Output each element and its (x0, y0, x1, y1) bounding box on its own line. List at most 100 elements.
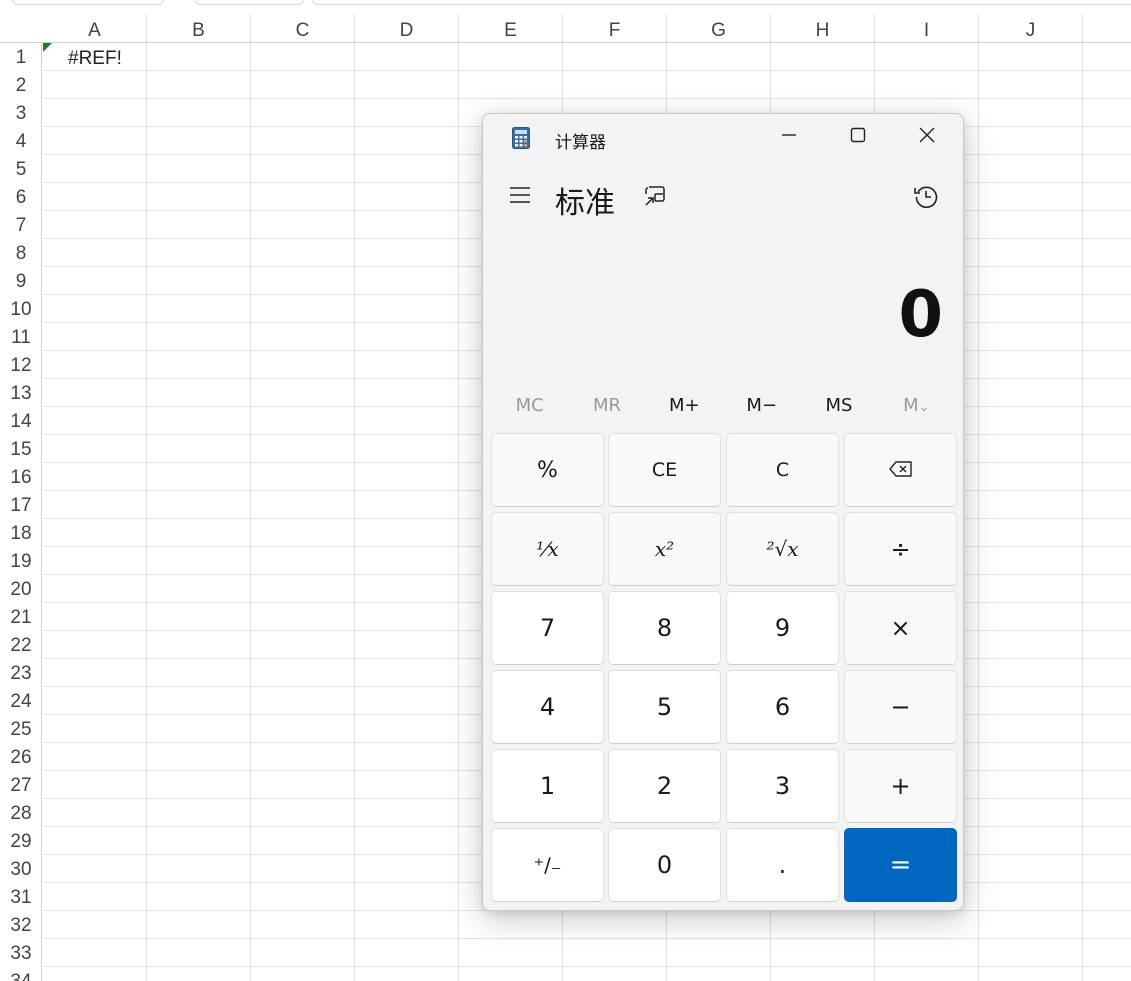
row-header[interactable]: 11 (0, 322, 42, 350)
row-header[interactable]: 23 (0, 658, 42, 686)
row-header[interactable]: 21 (0, 602, 42, 630)
percent-button[interactable]: % (491, 433, 604, 507)
column-header[interactable]: G (667, 14, 771, 42)
row-header[interactable]: 22 (0, 630, 42, 658)
row-header[interactable]: 5 (0, 154, 42, 182)
clear-button[interactable]: C (726, 433, 839, 507)
window-title: 计算器 (555, 133, 606, 153)
history-button[interactable] (905, 178, 947, 220)
row-header[interactable]: 26 (0, 742, 42, 770)
row-header[interactable]: 6 (0, 182, 42, 210)
digit-6-button[interactable]: 6 (726, 670, 839, 744)
row-header[interactable]: 30 (0, 854, 42, 882)
calculator-icon (512, 127, 530, 149)
calculator-header: 标准 (483, 170, 963, 226)
row-header[interactable]: 4 (0, 126, 42, 154)
row-header[interactable]: 17 (0, 490, 42, 518)
row-header[interactable]: 3 (0, 98, 42, 126)
subtract-button[interactable]: − (844, 670, 957, 744)
row-header[interactable]: 33 (0, 938, 42, 966)
clear-entry-button[interactable]: CE (608, 433, 721, 507)
row-header[interactable]: 10 (0, 294, 42, 322)
digit-5-button[interactable]: 5 (608, 670, 721, 744)
row-header[interactable]: 9 (0, 266, 42, 294)
row-header[interactable]: 25 (0, 714, 42, 742)
cell-a1[interactable]: #REF! (43, 43, 146, 70)
column-header[interactable]: J (979, 14, 1083, 42)
row-header[interactable]: 12 (0, 350, 42, 378)
column-header[interactable]: B (147, 14, 251, 42)
digit-7-button[interactable]: 7 (491, 591, 604, 665)
row-header[interactable]: 24 (0, 686, 42, 714)
mode-title: 标准 (555, 186, 615, 221)
reciprocal-button[interactable]: ¹⁄x (491, 512, 604, 586)
memory-recall-button[interactable]: MR (568, 390, 645, 422)
digit-4-button[interactable]: 4 (491, 670, 604, 744)
memory-subtract-button[interactable]: M− (723, 390, 800, 422)
tab-strip (0, 0, 1131, 14)
chevron-down-icon: ⌄ (918, 400, 930, 415)
memory-store-button[interactable]: MS (800, 390, 877, 422)
row-header[interactable]: 14 (0, 406, 42, 434)
row-header[interactable]: 7 (0, 210, 42, 238)
column-header[interactable]: C (251, 14, 355, 42)
digit-0-button[interactable]: 0 (608, 828, 721, 902)
column-header[interactable]: E (459, 14, 563, 42)
column-header-row: A B C D E F G H I J (0, 14, 1131, 43)
digit-8-button[interactable]: 8 (608, 591, 721, 665)
row-header[interactable]: 18 (0, 518, 42, 546)
memory-clear-button[interactable]: MC (491, 390, 568, 422)
column-header[interactable]: H (771, 14, 875, 42)
maximize-button[interactable] (830, 120, 886, 154)
row-header[interactable]: 29 (0, 826, 42, 854)
backspace-icon (888, 458, 913, 483)
multiply-button[interactable]: × (844, 591, 957, 665)
backspace-button[interactable] (844, 433, 957, 507)
result-display: 0 (898, 278, 943, 352)
row-header[interactable]: 31 (0, 882, 42, 910)
sheet-tab[interactable] (12, 0, 164, 5)
equals-button[interactable]: = (844, 828, 957, 902)
digit-2-button[interactable]: 2 (608, 749, 721, 823)
close-icon (918, 126, 936, 148)
add-button[interactable]: + (844, 749, 957, 823)
column-header[interactable]: A (43, 14, 147, 42)
memory-add-button[interactable]: M+ (646, 390, 723, 422)
column-header[interactable]: I (875, 14, 979, 42)
close-button[interactable] (899, 120, 955, 154)
digit-1-button[interactable]: 1 (491, 749, 604, 823)
row-header[interactable]: 15 (0, 434, 42, 462)
navigation-menu-button[interactable] (501, 178, 539, 216)
row-header[interactable]: 2 (0, 70, 42, 98)
minimize-button[interactable] (761, 120, 817, 154)
error-indicator-icon[interactable] (43, 43, 52, 52)
row-header[interactable]: 20 (0, 574, 42, 602)
row-header[interactable]: 27 (0, 770, 42, 798)
decimal-button[interactable]: . (726, 828, 839, 902)
keep-on-top-icon (644, 185, 666, 211)
memory-list-label: M (903, 395, 919, 416)
square-root-button[interactable]: ²√x (726, 512, 839, 586)
calculator-window: 计算器 标准 0 MC MR M+ M− MS M⌄ % CE C ¹⁄x x²… (482, 113, 964, 911)
row-header[interactable]: 32 (0, 910, 42, 938)
title-bar[interactable]: 计算器 (483, 114, 963, 162)
memory-list-button[interactable]: M⌄ (878, 390, 955, 422)
square-button[interactable]: x² (608, 512, 721, 586)
row-header[interactable]: 8 (0, 238, 42, 266)
column-header[interactable]: D (355, 14, 459, 42)
divide-button[interactable]: ÷ (844, 512, 957, 586)
sheet-tab[interactable] (194, 0, 304, 5)
keep-on-top-button[interactable] (637, 180, 673, 216)
column-header[interactable]: F (563, 14, 667, 42)
digit-9-button[interactable]: 9 (726, 591, 839, 665)
formula-bar[interactable] (312, 0, 1131, 5)
negate-button[interactable]: ⁺∕₋ (491, 828, 604, 902)
row-header[interactable]: 1 (0, 42, 42, 70)
row-header[interactable]: 16 (0, 462, 42, 490)
row-header[interactable]: 28 (0, 798, 42, 826)
row-header[interactable]: 13 (0, 378, 42, 406)
cell-a1-value: #REF! (68, 48, 122, 69)
row-header[interactable]: 19 (0, 546, 42, 574)
row-header[interactable]: 34 (0, 966, 42, 981)
digit-3-button[interactable]: 3 (726, 749, 839, 823)
